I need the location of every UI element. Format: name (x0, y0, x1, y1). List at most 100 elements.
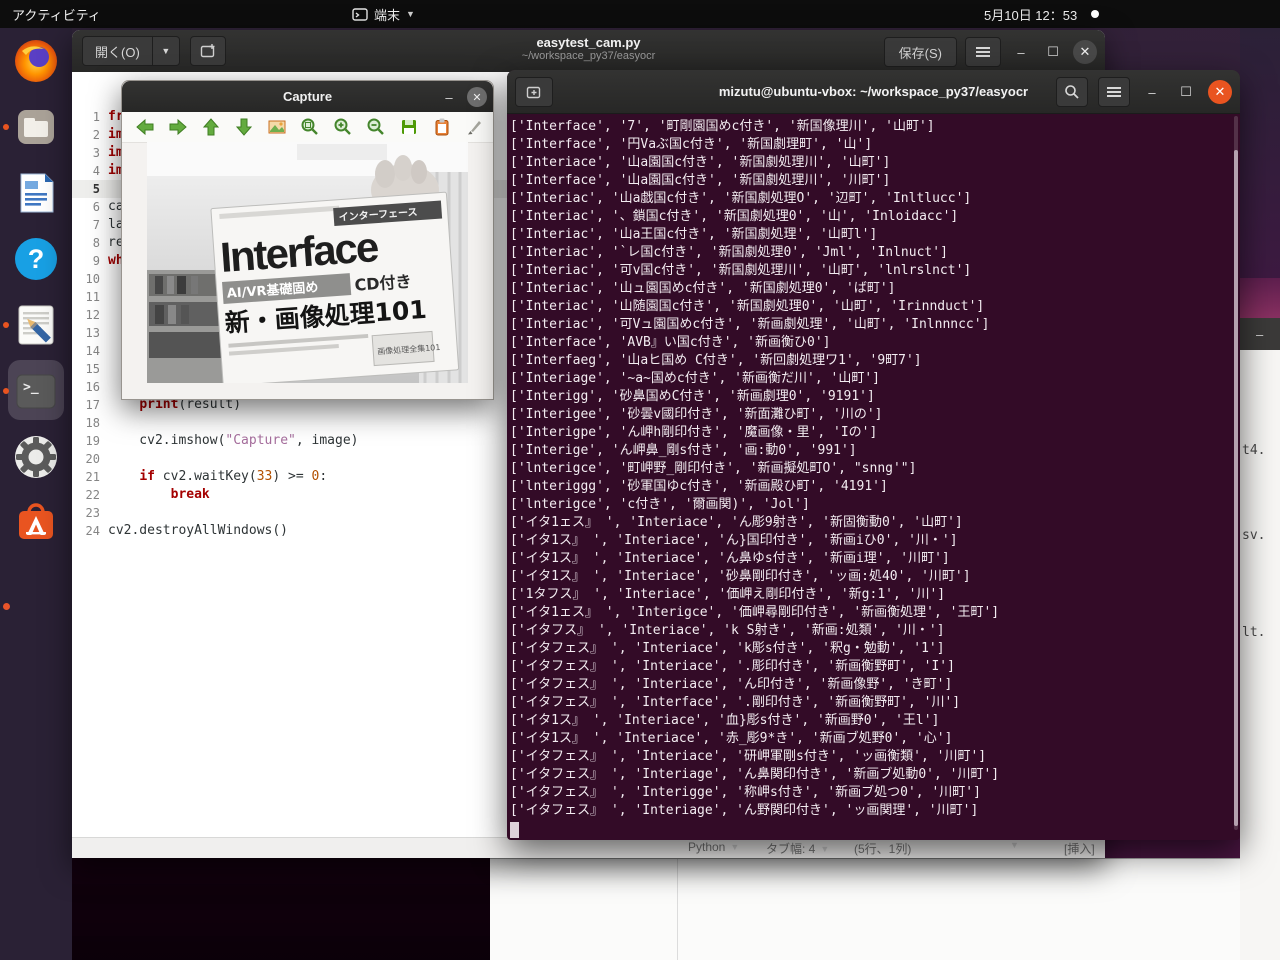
image-icon[interactable] (266, 117, 287, 138)
dock-item-writer[interactable] (0, 160, 72, 226)
dock-item-settings[interactable] (0, 424, 72, 490)
running-dot-icon (3, 388, 9, 394)
terminal-scrollbar-thumb[interactable] (1234, 150, 1238, 826)
dock-item-firefox[interactable] (0, 28, 72, 94)
clipped-text-fragment: lt. (1242, 625, 1265, 640)
terminal-line: ['イタフェス』 ', 'Interiace', 'ん印付き', '新画像野',… (510, 676, 1232, 694)
terminal-line: ['Interigee', '砂曇v國印付き', '新面灘ひ町', '川の'] (510, 406, 1232, 424)
terminal-line: ['イタフェス』 ', 'Interiace', '.彫印付き', '新画衡野町… (510, 658, 1232, 676)
open-dropdown-button[interactable]: ▼ (153, 36, 180, 66)
terminal-line: ['Interiage', '~a~国めc付き', '新画衡だ川', '山町'] (510, 370, 1232, 388)
language-selector[interactable]: Python▼ (688, 840, 739, 854)
terminal-line: ['Interiac', '山ュ園国めc付き', '新国劇処理0', 'ば町'] (510, 280, 1232, 298)
zoom-select-icon[interactable] (299, 117, 320, 138)
line-number: 18 (72, 414, 108, 432)
capture-toolbar (122, 112, 493, 143)
minimize-button[interactable]: – (437, 85, 461, 109)
new-tab-icon (525, 83, 543, 101)
close-button[interactable]: ✕ (467, 87, 487, 107)
nav-left-icon[interactable] (134, 117, 155, 138)
line-number: 3 (72, 144, 108, 162)
tab-width-selector[interactable]: タブ幅: 4▼ (766, 840, 829, 857)
running-dot-icon (3, 322, 9, 328)
chevron-down-icon: ▼ (730, 842, 739, 852)
statusbar-dropdown[interactable]: ▼ (1010, 840, 1019, 850)
save-icon[interactable] (398, 117, 419, 138)
dock-item-help[interactable]: ? (0, 226, 72, 292)
terminal-line: ['Interiac', '山a戯国c付き', '新国劇処理O', '辺町', … (510, 190, 1232, 208)
maximize-button[interactable]: ☐ (1041, 40, 1065, 64)
background-window-titlebar: – (1240, 318, 1280, 350)
line-number: 12 (72, 306, 108, 324)
line-number: 11 (72, 288, 108, 306)
svg-text:CD付き: CD付き (354, 272, 412, 295)
desktop-wallpaper (72, 858, 490, 960)
menu-button[interactable] (965, 37, 1001, 67)
close-button[interactable]: ✕ (1073, 40, 1097, 64)
zoom-in-icon[interactable] (332, 117, 353, 138)
background-window-bottom (490, 858, 1280, 960)
terminal-output[interactable]: ['Interface', '7', '町剛園国めc付き', '新国像理川', … (510, 118, 1232, 834)
new-tab-button[interactable] (515, 77, 553, 107)
app-menu[interactable]: 端末 ▼ (352, 0, 415, 28)
background-window-divider (677, 859, 678, 960)
clock[interactable]: 5月10日 12：53 (984, 0, 1099, 28)
line-number: 22 (72, 486, 108, 504)
terminal-line: ['Interiac', '可Vュ園国めc付き', '新画劇処理', '山町',… (510, 316, 1232, 334)
terminal-line: ['Interface', '山a園国c付き', '新国劇処理川', '川町'] (510, 172, 1232, 190)
background-window-right-edge: – t4.sv.lt. (1240, 28, 1280, 960)
clock-label: 5月10日 12：53 (984, 5, 1077, 24)
terminal-line: ['Interiac', '山a王国c付き', '新国劇処理', '山町l'] (510, 226, 1232, 244)
line-number: 16 (72, 378, 108, 396)
terminal-line: ['Interface', 'AVB』い国c付き', '新画衡ひ0'] (510, 334, 1232, 352)
line-number: 21 (72, 468, 108, 486)
capture-titlebar[interactable]: Capture – ✕ (122, 81, 493, 113)
line-number: 15 (72, 360, 108, 378)
open-button[interactable]: 開く(O) (82, 36, 153, 66)
terminal-line: ['Interigpe', 'ん岬h剛印付き', '魔画像・里', 'Iの'] (510, 424, 1232, 442)
clipboard-icon[interactable] (431, 117, 452, 138)
activities-button[interactable]: アクティビティ (0, 0, 113, 28)
nav-right-icon[interactable] (167, 117, 188, 138)
code-text: cv2.imshow("Capture", image) (108, 432, 358, 450)
settings-icon (12, 433, 60, 481)
terminal-line: ['Interiac', '可v国c付き', '新国劇処理川', '山町', '… (510, 262, 1232, 280)
terminal-headerbar[interactable]: mizutu@ubuntu-vbox: ~/workspace_py37/eas… (507, 70, 1240, 114)
brush-icon[interactable] (464, 117, 485, 138)
zoom-out-icon[interactable] (365, 117, 386, 138)
maximize-button[interactable]: ☐ (1174, 80, 1198, 104)
dock-item-gedit[interactable] (0, 292, 72, 358)
line-number: 23 (72, 504, 108, 522)
code-text: cv2.destroyAllWindows() (108, 522, 288, 540)
nav-up-icon[interactable] (200, 117, 221, 138)
chevron-down-icon: ▼ (820, 844, 829, 854)
clipped-text-fragment: sv. (1242, 528, 1265, 543)
cursor-position: (5行、1列) (854, 840, 911, 857)
terminal-cursor (510, 822, 519, 838)
terminal-line: ['Interface', '円Vaぶ国c付き', '新国劇理町', '山'] (510, 136, 1232, 154)
terminal-line: ['イタ1ス』 ', 'Interiace', '赤_彫9*き', '新画ブ処野… (510, 730, 1232, 748)
top-bar: アクティビティ 端末 ▼ 5月10日 12：53 (0, 0, 1280, 28)
nav-down-icon[interactable] (233, 117, 254, 138)
new-document-button[interactable] (190, 36, 226, 66)
magazine: インターフェース Interface AI/VR基礎固め CD付き 新・画像処理… (211, 192, 459, 383)
close-button[interactable]: ✕ (1208, 80, 1232, 104)
background-window-content: t4.sv.lt. (1240, 350, 1280, 960)
save-button[interactable]: 保存(S) (884, 37, 957, 67)
app-menu-label: 端末 (374, 5, 400, 24)
dock-item-software[interactable] (0, 490, 72, 556)
software-icon (12, 499, 60, 547)
wallpaper-strip (1240, 28, 1280, 278)
dock-item-terminal[interactable]: >_ (0, 358, 72, 424)
insert-mode-indicator: [挿入] (1064, 840, 1095, 857)
gedit-headerbar[interactable]: 開く(O) ▼ easytest_cam.py ~/workspace_py37… (72, 30, 1105, 73)
terminal-line: ['イタ1ェス』 ', 'Interigce', '価岬尋剛印付き', '新画衡… (510, 604, 1232, 622)
menu-button[interactable] (1098, 77, 1130, 107)
running-indicator-dot (3, 603, 10, 610)
search-button[interactable] (1056, 77, 1088, 107)
minimize-button[interactable]: – (1009, 40, 1033, 64)
minimize-button[interactable]: – (1140, 80, 1164, 104)
terminal-line: ['lnterigce', '町岬野_剛印付き', '新画擬処町O', "snn… (510, 460, 1232, 478)
dock-item-files[interactable] (0, 94, 72, 160)
minimize-icon: – (1256, 327, 1263, 342)
